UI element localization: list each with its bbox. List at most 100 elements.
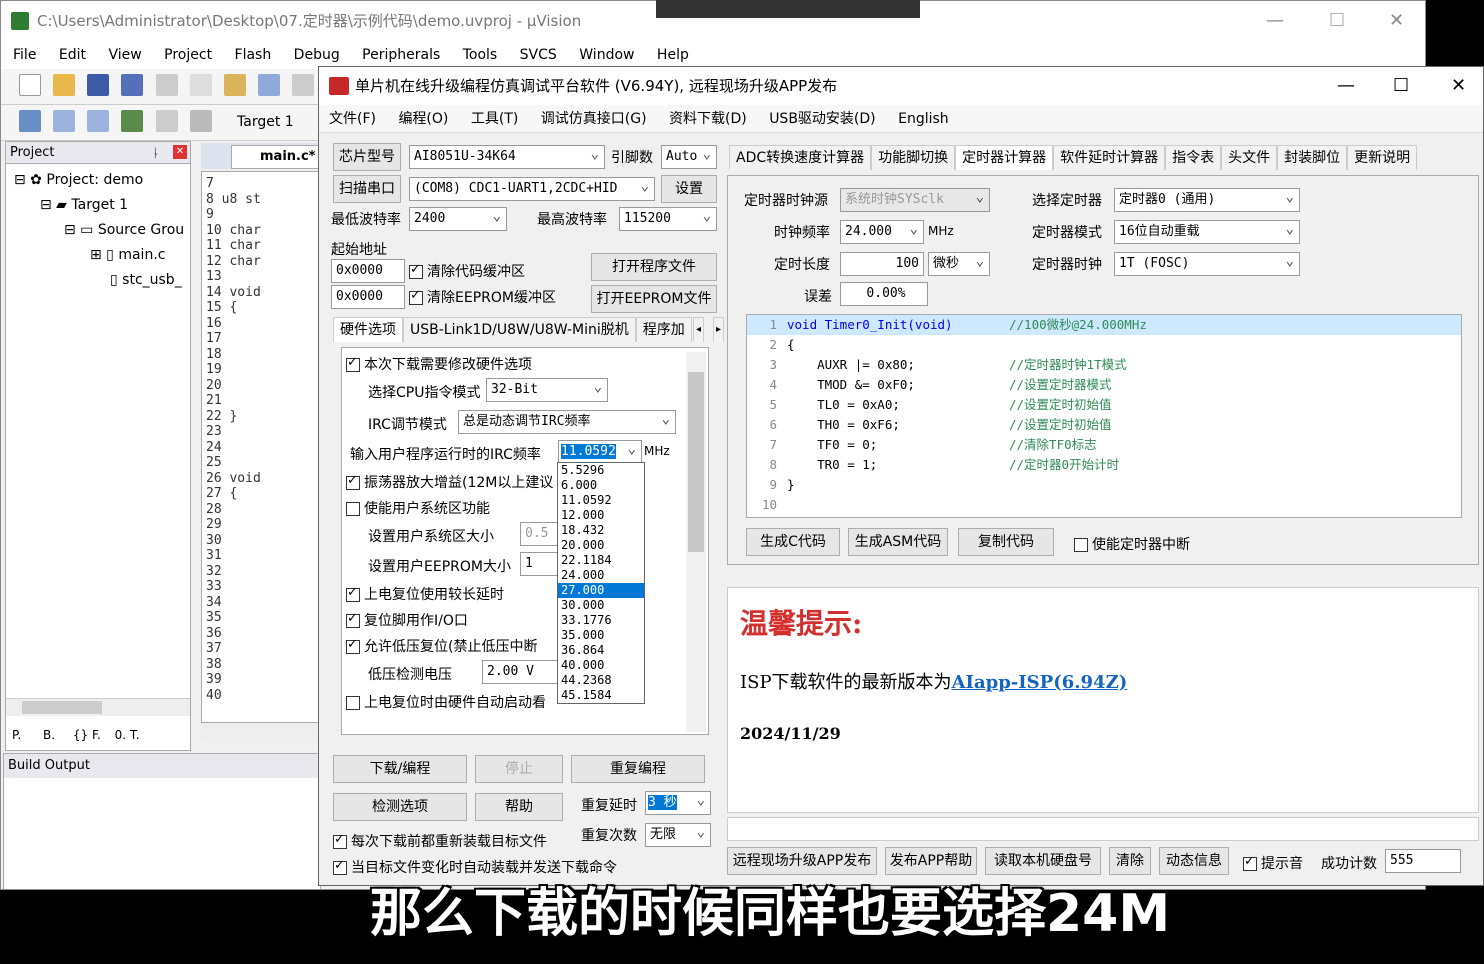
dynamic-info-button[interactable]: 动态信息: [1159, 847, 1229, 875]
timer-code-view[interactable]: 1 void Timer0_Init(void) //100微秒@24.000MHz…: [746, 314, 1462, 518]
beep-check[interactable]: [1243, 854, 1257, 871]
remote-app-button[interactable]: 远程现场升级APP发布: [727, 847, 877, 875]
max-baud-select[interactable]: 115200: [619, 207, 717, 231]
long-delay-option[interactable]: 上电复位使用较长延时: [346, 584, 504, 604]
target-select[interactable]: Target 1: [237, 114, 294, 130]
auto-reload-check[interactable]: [333, 858, 347, 875]
chip-model-select[interactable]: AI8051U-34K64: [409, 145, 605, 169]
read-disk-button[interactable]: 读取本机硬盘号: [985, 847, 1101, 875]
tab-adc-calc[interactable]: ADC转换速度计算器: [729, 145, 872, 170]
menu-help[interactable]: Help: [657, 47, 689, 63]
osc-gain-check[interactable]: [346, 473, 360, 490]
isp-menu-debug[interactable]: 调试仿真接口(G): [541, 111, 647, 127]
menu-view[interactable]: View: [108, 47, 141, 63]
menu-debug[interactable]: Debug: [294, 47, 340, 63]
menu-window[interactable]: Window: [579, 47, 634, 63]
timer-length-input[interactable]: 100: [840, 252, 924, 276]
menu-project[interactable]: Project: [164, 47, 212, 63]
pin-icon[interactable]: ᚿ: [152, 142, 159, 164]
menu-file[interactable]: File: [13, 47, 36, 63]
tree-main-c[interactable]: ⊞ ▯ main.c: [14, 243, 184, 268]
freq-option[interactable]: 27.000: [558, 583, 644, 598]
rebuild-icon[interactable]: [87, 110, 110, 132]
isp-menu-file[interactable]: 文件(F): [329, 111, 376, 127]
menu-edit[interactable]: Edit: [59, 47, 86, 63]
open-program-button[interactable]: 打开程序文件: [591, 253, 717, 281]
new-file-icon[interactable]: [19, 74, 41, 96]
minimize-icon[interactable]: —: [1266, 1, 1284, 41]
modify-hw-check[interactable]: [346, 355, 360, 372]
tree-stc-usb[interactable]: ▯ stc_usb_: [14, 268, 184, 293]
tab-books[interactable]: B.: [43, 728, 55, 742]
code-editor[interactable]: 78 u8 st 9 10 char 11 char 12 char 13 14 void 1…: [201, 171, 321, 723]
reload-each-option[interactable]: 每次下载前都重新装载目标文件: [333, 831, 547, 851]
help-button[interactable]: 帮助: [475, 793, 563, 821]
tree-project[interactable]: ⊟ ✿ Project: demo: [14, 168, 184, 193]
translate-icon[interactable]: [19, 110, 41, 132]
timer-clock-select[interactable]: 1T (FOSC): [1114, 252, 1300, 276]
freq-option[interactable]: 40.000: [558, 658, 644, 673]
hw-scroll-thumb[interactable]: [688, 372, 704, 552]
eeprom-size-select[interactable]: 1: [520, 552, 560, 576]
tab-update-notes[interactable]: 更新说明: [1347, 145, 1418, 170]
clear-button[interactable]: 清除: [1109, 847, 1151, 875]
repeat-count-select[interactable]: 无限: [645, 823, 711, 847]
freq-option[interactable]: 36.864: [558, 643, 644, 658]
tab-instruction-table[interactable]: 指令表: [1165, 145, 1222, 170]
lvd-select[interactable]: 2.00 V: [482, 660, 562, 684]
open-eeprom-button[interactable]: 打开EEPROM文件: [591, 285, 717, 313]
redo-icon[interactable]: [292, 74, 315, 96]
freq-option[interactable]: 44.2368: [558, 673, 644, 688]
copy-icon[interactable]: [189, 74, 212, 96]
enable-int-check[interactable]: [1074, 538, 1088, 552]
tab-header-file[interactable]: 头文件: [1221, 145, 1278, 170]
timer-mode-select[interactable]: 16位自动重载: [1114, 220, 1300, 244]
isp-menu-usb-driver[interactable]: USB驱动安装(D): [769, 111, 875, 127]
tab-delay-calc[interactable]: 软件延时计算器: [1053, 145, 1166, 170]
isp-menu-tools[interactable]: 工具(T): [471, 111, 518, 127]
timer-unit-select[interactable]: 微秒: [928, 252, 990, 276]
tab-pin-switch[interactable]: 功能脚切换: [871, 145, 956, 170]
gen-asm-button[interactable]: 生成ASM代码: [848, 528, 948, 556]
editor-h-scrollbar[interactable]: [201, 723, 321, 741]
tab-package-pins[interactable]: 封装脚位: [1277, 145, 1348, 170]
menu-flash[interactable]: Flash: [235, 47, 272, 63]
beep-option[interactable]: 提示音: [1243, 853, 1303, 873]
reload-each-check[interactable]: [333, 832, 347, 849]
tree-source-group[interactable]: ⊟ ▭ Source Grou: [14, 218, 184, 243]
tab-scroll-left-icon[interactable]: ◂: [693, 317, 705, 342]
tab-scroll-right-icon[interactable]: ▸: [713, 317, 725, 342]
check-options-button[interactable]: 检测选项: [333, 793, 467, 821]
isp-menu-program[interactable]: 编程(O): [398, 111, 448, 127]
tab-usb-link[interactable]: USB-Link1D/U8W/U8W-Mini脱机: [403, 317, 636, 342]
freq-option[interactable]: 11.0592: [558, 493, 644, 508]
tab-templates[interactable]: 0. T.: [115, 728, 140, 742]
lvd-reset-check[interactable]: [346, 637, 360, 654]
irc-freq-dropdown[interactable]: 5.5296 6.000 11.0592 12.000 18.432 20.000 22.1…: [557, 462, 645, 704]
user-sys-option[interactable]: 使能用户系统区功能: [346, 498, 490, 518]
tree-target[interactable]: ⊟ ▰ Target 1: [14, 193, 184, 218]
freq-option[interactable]: 6.000: [558, 478, 644, 493]
cut-icon[interactable]: [155, 74, 178, 96]
freq-option[interactable]: 45.1584: [558, 688, 644, 703]
tip-version-link[interactable]: AIapp-ISP(6.94Z): [952, 672, 1128, 693]
gen-c-button[interactable]: 生成C代码: [746, 528, 840, 556]
port-select[interactable]: (COM8) CDC1-UART1,2CDC+HID: [409, 177, 655, 201]
close-icon[interactable]: ✕: [1389, 1, 1404, 41]
enable-int-option[interactable]: 使能定时器中断: [1074, 534, 1190, 554]
hw-v-scrollbar[interactable]: [686, 352, 706, 732]
irc-mode-select[interactable]: 总是动态调节IRC频率: [458, 410, 676, 434]
clear-code-check[interactable]: [409, 262, 423, 279]
isp-minimize-icon[interactable]: —: [1337, 67, 1355, 105]
freq-option[interactable]: 33.1776: [558, 613, 644, 628]
irc-freq-select[interactable]: 11.0592: [558, 440, 642, 464]
freq-option[interactable]: 20.000: [558, 538, 644, 553]
osc-gain-option[interactable]: 振荡器放大增益(12M以上建议: [346, 472, 553, 492]
scan-port-button[interactable]: 扫描串口: [333, 175, 401, 203]
clk-src-select[interactable]: 系统时钟SYSclk: [840, 188, 990, 212]
project-h-scrollbar[interactable]: [6, 698, 190, 716]
pin-count-select[interactable]: Auto: [661, 145, 717, 169]
timer-select[interactable]: 定时器0 (通用): [1114, 188, 1300, 212]
tab-functions[interactable]: {} F.: [73, 728, 101, 742]
tab-project[interactable]: P.: [12, 728, 21, 742]
